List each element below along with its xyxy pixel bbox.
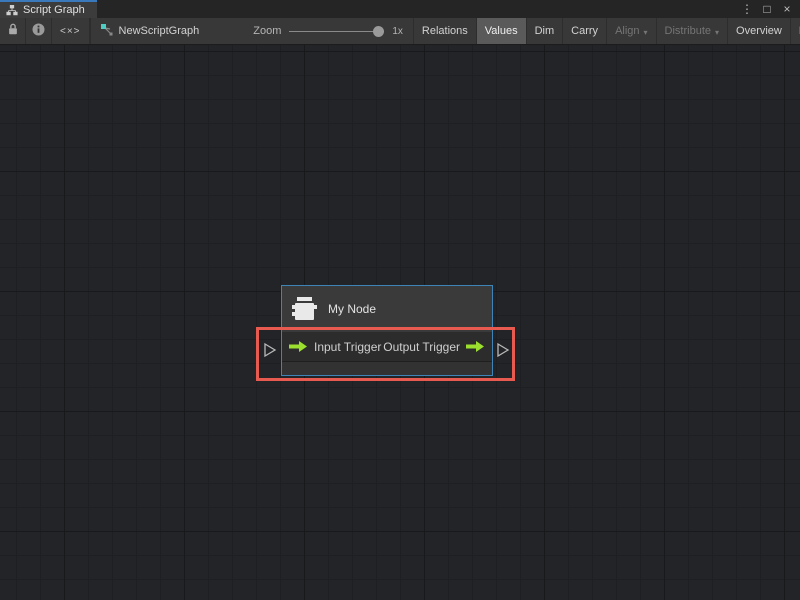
chevron-down-icon: ▾	[715, 28, 719, 37]
node-footer	[282, 361, 492, 375]
code-view-button[interactable]: <×>	[52, 18, 90, 44]
input-connection-triangle[interactable]	[263, 342, 277, 358]
lock-button[interactable]	[0, 18, 26, 44]
zoom-control: Zoom 1x	[243, 18, 414, 44]
info-icon	[32, 23, 45, 39]
dim-button[interactable]: Dim	[527, 18, 564, 44]
window-controls: ⋮ □ ×	[740, 0, 800, 18]
values-label: Values	[485, 25, 518, 37]
code-icon: <×>	[60, 26, 81, 37]
output-trigger-label: Output Trigger	[383, 340, 460, 354]
values-button[interactable]: Values	[477, 18, 527, 44]
titlebar-spacer	[97, 0, 740, 18]
align-button: Align ▾	[607, 18, 656, 44]
relations-button[interactable]: Relations	[414, 18, 477, 44]
maximize-icon[interactable]: □	[760, 1, 774, 17]
graph-toolbar: <×> NewScriptGraph Zoom 1x Relations Val…	[0, 18, 800, 45]
graph-canvas[interactable]: My Node Input Trigger Output Trigger	[0, 45, 800, 600]
align-label: Align	[615, 25, 639, 37]
zoom-slider-track	[289, 31, 384, 32]
flow-arrow-icon	[466, 340, 485, 353]
graph-hierarchy-icon	[6, 5, 18, 16]
zoom-label: Zoom	[253, 25, 281, 37]
graph-name: NewScriptGraph	[119, 25, 200, 37]
node-title: My Node	[328, 302, 376, 316]
info-button[interactable]	[26, 18, 52, 44]
carry-label: Carry	[571, 25, 598, 37]
relations-label: Relations	[422, 25, 468, 37]
output-connection-triangle[interactable]	[496, 342, 510, 358]
input-trigger-port[interactable]: Input Trigger	[289, 340, 381, 354]
lock-icon	[7, 23, 19, 39]
output-trigger-port[interactable]: Output Trigger	[383, 340, 485, 354]
unit-node-icon	[291, 296, 318, 323]
tab-script-graph[interactable]: Script Graph	[0, 0, 97, 18]
flow-arrow-icon	[289, 340, 308, 353]
zoom-slider-handle[interactable]	[373, 26, 384, 37]
fullscreen-button[interactable]: Full S	[791, 18, 800, 44]
script-graph-asset-icon	[101, 24, 113, 39]
node-ports-row: Input Trigger Output Trigger	[282, 332, 492, 361]
node-my-node[interactable]: My Node Input Trigger Output Trigger	[281, 285, 493, 376]
carry-button[interactable]: Carry	[563, 18, 607, 44]
window-titlebar: Script Graph ⋮ □ ×	[0, 0, 800, 18]
distribute-label: Distribute	[665, 25, 711, 37]
chevron-down-icon: ▾	[644, 28, 648, 37]
tab-title: Script Graph	[23, 4, 85, 16]
graph-breadcrumb[interactable]: NewScriptGraph	[91, 18, 214, 44]
input-trigger-label: Input Trigger	[314, 340, 381, 354]
zoom-slider[interactable]	[289, 26, 384, 37]
overview-label: Overview	[736, 25, 782, 37]
more-menu-icon[interactable]: ⋮	[740, 1, 754, 17]
zoom-value: 1x	[392, 26, 403, 37]
distribute-button: Distribute ▾	[657, 18, 728, 44]
close-icon[interactable]: ×	[780, 1, 794, 17]
node-header[interactable]: My Node	[282, 286, 492, 332]
dim-label: Dim	[535, 25, 555, 37]
overview-button[interactable]: Overview	[728, 18, 791, 44]
